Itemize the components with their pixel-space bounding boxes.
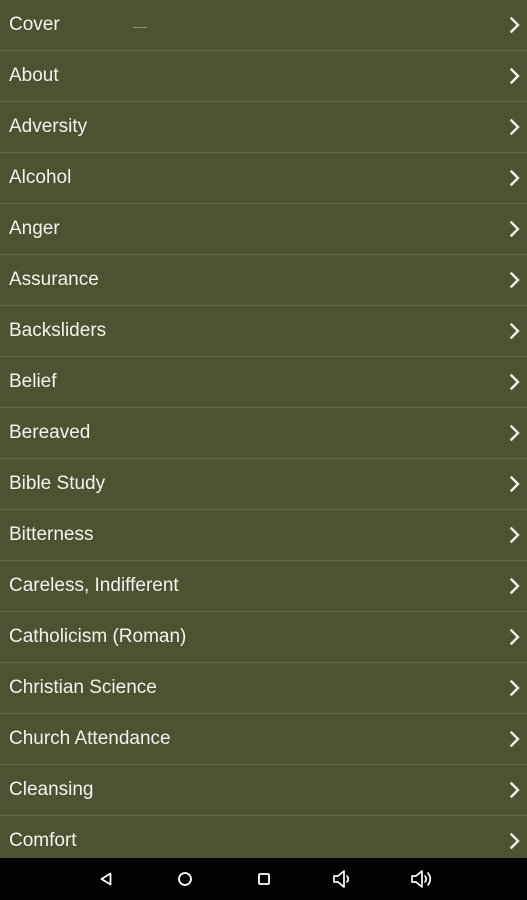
chevron-right-icon xyxy=(509,628,521,646)
chevron-right-icon xyxy=(509,220,521,238)
list-item-label: Cleansing xyxy=(9,779,94,800)
chevron-right-icon xyxy=(509,271,521,289)
chevron-right-icon xyxy=(509,424,521,442)
app-window: Cover About Adversity Alcohol Anger Assu… xyxy=(0,0,527,900)
list-item-label: Backsliders xyxy=(9,320,107,341)
chevron-right-icon xyxy=(509,679,521,697)
list-item-about[interactable]: About xyxy=(0,51,527,102)
chevron-right-icon xyxy=(509,475,521,493)
list-item-adversity[interactable]: Adversity xyxy=(0,102,527,153)
list-item-bitterness[interactable]: Bitterness xyxy=(0,510,527,561)
chevron-right-icon xyxy=(509,67,521,85)
chevron-right-icon xyxy=(509,526,521,544)
list-item-label: Adversity xyxy=(9,116,88,137)
chevron-right-icon xyxy=(509,577,521,595)
volume-up-button[interactable] xyxy=(402,858,442,900)
list-item-catholicism-roman[interactable]: Catholicism (Roman) xyxy=(0,612,527,663)
chevron-right-icon xyxy=(509,169,521,187)
system-navigation-bar xyxy=(0,858,527,900)
list-item-church-attendance[interactable]: Church Attendance xyxy=(0,714,527,765)
recents-button[interactable] xyxy=(244,858,284,900)
list-item-label: Bereaved xyxy=(9,422,91,443)
chevron-right-icon xyxy=(509,322,521,340)
back-button[interactable] xyxy=(86,858,126,900)
list-item-label: Catholicism (Roman) xyxy=(9,626,187,647)
back-triangle-icon xyxy=(98,871,114,887)
chevron-right-icon xyxy=(509,118,521,136)
list-item-label: Alcohol xyxy=(9,167,72,188)
home-circle-icon xyxy=(177,871,193,887)
list-item-label: Careless, Indifferent xyxy=(9,575,179,596)
list-item-assurance[interactable]: Assurance xyxy=(0,255,527,306)
list-item-christian-science[interactable]: Christian Science xyxy=(0,663,527,714)
list-item-label: Church Attendance xyxy=(9,728,171,749)
volume-up-icon xyxy=(409,868,435,890)
list-item-bereaved[interactable]: Bereaved xyxy=(0,408,527,459)
list-item-cover[interactable]: Cover xyxy=(0,0,527,51)
chevron-right-icon xyxy=(509,781,521,799)
list-item-label: Assurance xyxy=(9,269,99,290)
divider-mark xyxy=(133,27,147,28)
volume-down-icon xyxy=(331,868,355,890)
list-item-label: Bible Study xyxy=(9,473,106,494)
chevron-right-icon xyxy=(509,373,521,391)
list-item-label: Comfort xyxy=(9,830,77,851)
list-item-cleansing[interactable]: Cleansing xyxy=(0,765,527,816)
list-item-label: Cover xyxy=(9,14,60,35)
list-item-label: Christian Science xyxy=(9,677,157,698)
list-item-careless-indifferent[interactable]: Careless, Indifferent xyxy=(0,561,527,612)
volume-down-button[interactable] xyxy=(323,858,363,900)
recents-square-icon xyxy=(256,871,272,887)
list-item-alcohol[interactable]: Alcohol xyxy=(0,153,527,204)
chevron-right-icon xyxy=(509,16,521,34)
list-item-bible-study[interactable]: Bible Study xyxy=(0,459,527,510)
list-item-anger[interactable]: Anger xyxy=(0,204,527,255)
list-item-backsliders[interactable]: Backsliders xyxy=(0,306,527,357)
list-item-label: Belief xyxy=(9,371,57,392)
list-item-comfort[interactable]: Comfort xyxy=(0,816,527,858)
home-button[interactable] xyxy=(165,858,205,900)
list-item-label: Bitterness xyxy=(9,524,94,545)
list-item-label: About xyxy=(9,65,59,86)
list-item-label: Anger xyxy=(9,218,60,239)
chevron-right-icon xyxy=(509,832,521,850)
list-item-belief[interactable]: Belief xyxy=(0,357,527,408)
chevron-right-icon xyxy=(509,730,521,748)
topic-list: Cover About Adversity Alcohol Anger Assu… xyxy=(0,0,527,858)
